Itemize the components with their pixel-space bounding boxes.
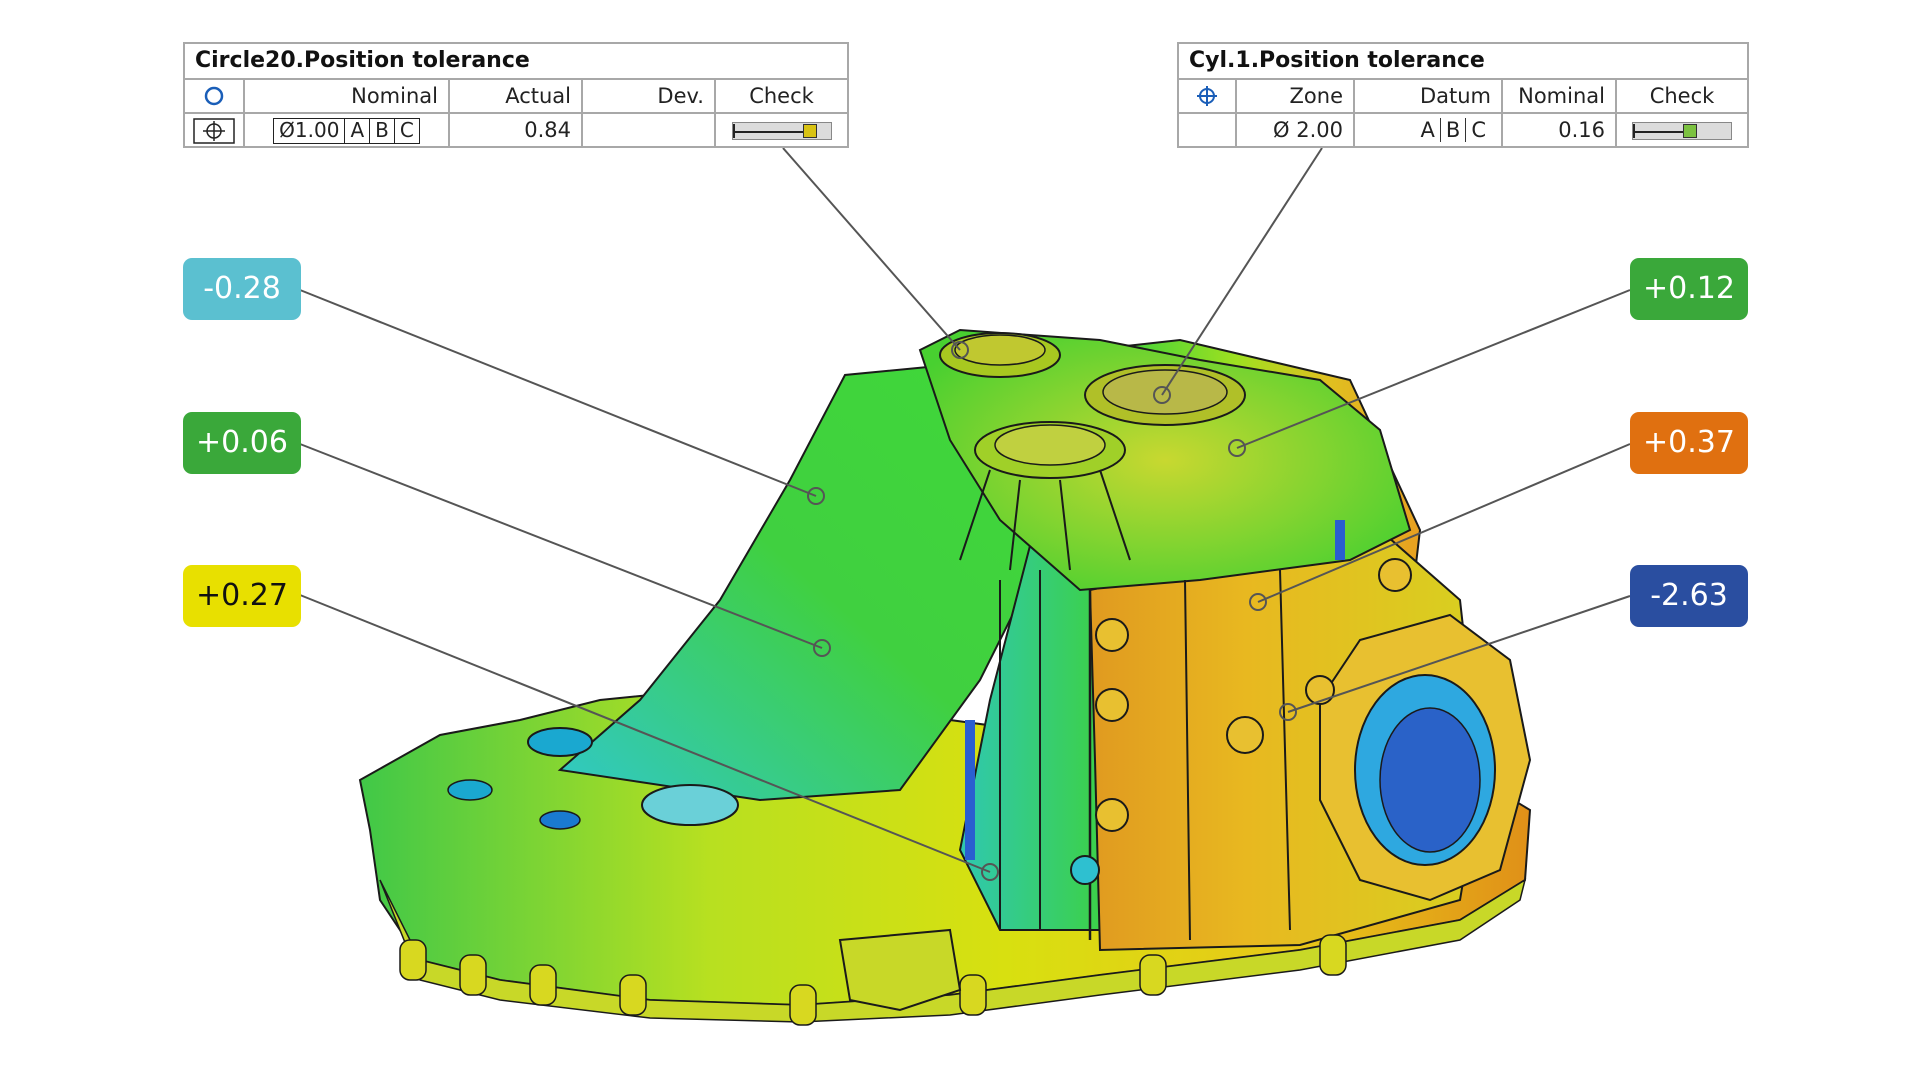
position-icon (1179, 80, 1237, 112)
datum-a: A (344, 119, 369, 143)
left-check-gauge (716, 114, 847, 148)
right-header-check: Check (1649, 84, 1715, 108)
deviation-label-right-1[interactable]: +0.12 (1630, 258, 1748, 320)
nominal-diameter: Ø1.00 (279, 118, 340, 142)
datum-a: A (1420, 118, 1435, 142)
datum-c: C (393, 119, 419, 143)
right-header-nominal: Nominal (1503, 80, 1617, 112)
right-header-zone: Zone (1237, 80, 1355, 112)
circle-icon (185, 80, 245, 112)
datum-b: B (1439, 118, 1466, 142)
right-table-title: Cyl.1.Position tolerance (1179, 44, 1747, 80)
deviation-label-left-1[interactable]: -0.28 (183, 258, 301, 320)
left-dev-value (583, 114, 716, 148)
right-table-value-row: Ø 2.00 ABC 0.16 (1179, 114, 1747, 148)
gearbox-housing-model[interactable] (358, 328, 1532, 1026)
deviation-label-left-3[interactable]: +0.27 (183, 565, 301, 627)
deviation-label-left-2[interactable]: +0.06 (183, 412, 301, 474)
deviation-label-right-2[interactable]: +0.37 (1630, 412, 1748, 474)
left-tolerance-table[interactable]: Circle20.Position tolerance Nominal Actu… (183, 42, 849, 148)
datum-c: C (1465, 118, 1491, 142)
right-check-gauge (1617, 114, 1747, 148)
right-header-datum: Datum (1355, 80, 1503, 112)
position-icon (185, 114, 245, 148)
datum-b: B (369, 119, 394, 143)
right-tolerance-table[interactable]: Cyl.1.Position tolerance Zone Datum Nomi… (1177, 42, 1749, 148)
left-header-check: Check (749, 84, 814, 108)
right-nominal-value: 0.16 (1503, 114, 1617, 148)
left-table-value-row: Ø1.00 A B C 0.84 (185, 114, 847, 148)
left-feature-control-frame: Ø1.00 A B C (245, 114, 450, 148)
left-table-title: Circle20.Position tolerance (185, 44, 847, 80)
deviation-color-map-view[interactable] (0, 0, 1920, 1080)
left-header-dev: Dev. (583, 80, 716, 112)
left-table-header-row: Nominal Actual Dev. Check (185, 80, 847, 114)
right-row-empty-cell (1179, 114, 1237, 148)
right-datum-value: ABC (1355, 114, 1503, 148)
left-header-nominal: Nominal (245, 80, 450, 112)
left-actual-value: 0.84 (450, 114, 583, 148)
deviation-label-right-3[interactable]: -2.63 (1630, 565, 1748, 627)
left-header-actual: Actual (450, 80, 583, 112)
right-table-header-row: Zone Datum Nominal Check (1179, 80, 1747, 114)
right-zone-value: Ø 2.00 (1237, 114, 1355, 148)
